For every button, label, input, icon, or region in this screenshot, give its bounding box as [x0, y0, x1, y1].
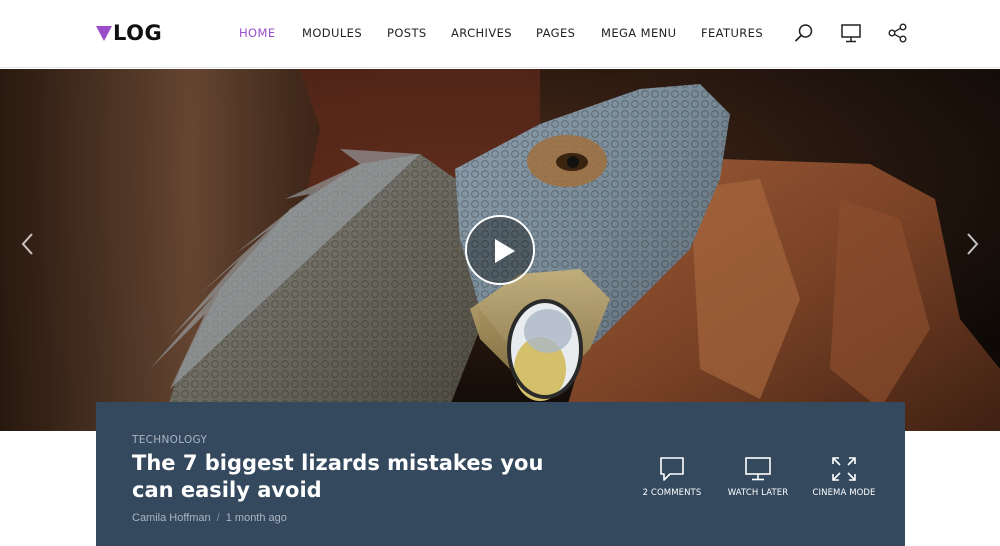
prev-arrow-icon[interactable] — [16, 229, 40, 259]
monitor-icon[interactable] — [840, 22, 862, 44]
post-date: 1 month ago — [225, 512, 287, 524]
nav-item-pages[interactable]: PAGES — [536, 26, 575, 40]
play-icon — [495, 239, 515, 263]
post-category[interactable]: TECHNOLOGY — [132, 434, 207, 446]
nav-item-mega-menu[interactable]: MEGA MENU — [601, 26, 676, 40]
comments-label: 2 COMMENTS — [642, 488, 702, 498]
meta-separator: / — [216, 512, 220, 524]
post-title[interactable]: The 7 biggest lizards mistakes you can e… — [132, 450, 592, 504]
hero-slider — [0, 69, 1000, 431]
watch-later-button[interactable]: WATCH LATER — [713, 454, 803, 498]
nav-item-modules[interactable]: MODULES — [302, 26, 362, 40]
cinema-mode-label: CINEMA MODE — [812, 488, 876, 498]
comments-button[interactable]: 2 COMMENTS — [627, 454, 717, 498]
share-icon[interactable] — [887, 22, 909, 44]
search-icon[interactable] — [793, 22, 815, 44]
watch-later-label: WATCH LATER — [727, 488, 789, 498]
post-meta: Camila Hoffman / 1 month ago — [132, 512, 287, 524]
comment-icon — [660, 457, 684, 481]
nav-item-archives[interactable]: ARCHIVES — [451, 26, 512, 40]
expand-icon — [832, 457, 856, 481]
nav-item-posts[interactable]: POSTS — [387, 26, 427, 40]
post-caption-panel: TECHNOLOGY The 7 biggest lizards mistake… — [96, 402, 905, 546]
play-button[interactable] — [465, 215, 535, 285]
nav-item-home[interactable]: HOME — [239, 26, 276, 40]
monitor-icon — [745, 457, 771, 481]
site-header: LOG HOME MODULES POSTS ARCHIVES PAGES ME… — [0, 0, 1000, 68]
next-arrow-icon[interactable] — [960, 229, 984, 259]
post-author[interactable]: Camila Hoffman — [132, 512, 211, 524]
cinema-mode-button[interactable]: CINEMA MODE — [799, 454, 889, 498]
nav-item-features[interactable]: FEATURES — [701, 26, 763, 40]
